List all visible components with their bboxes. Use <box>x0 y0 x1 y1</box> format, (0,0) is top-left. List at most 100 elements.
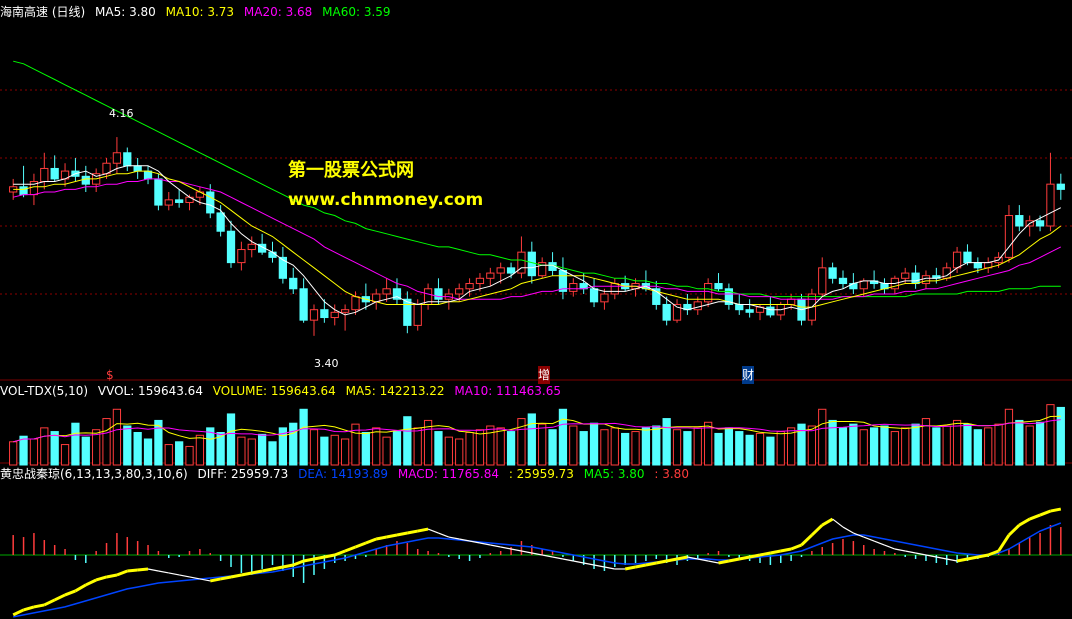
marker-cai[interactable]: 财 <box>742 366 755 384</box>
volume-bar <box>579 431 588 466</box>
macd-diff-segment <box>147 568 159 572</box>
macd-header: 黄忠战秦琼(6,13,13,3,80,3,10,6) DIFF: 25959.7… <box>0 465 695 483</box>
volume-bar <box>942 425 951 466</box>
macd-diff-segment <box>552 556 564 560</box>
macd-diff-segment <box>179 574 190 578</box>
volume-bar <box>818 408 827 466</box>
macd-diff-segment <box>313 555 325 561</box>
high-price-label: 4.16 <box>109 107 134 120</box>
macd-diff-segment <box>810 523 824 537</box>
volume-bar <box>403 416 412 466</box>
candle <box>309 309 319 321</box>
candle <box>81 175 90 185</box>
macd-diff-segment <box>521 550 532 554</box>
macd-diff-segment <box>74 583 87 593</box>
volume-bar <box>652 425 661 466</box>
chart-canvas[interactable] <box>0 0 1072 619</box>
volume-indicator-name[interactable]: VOL-TDX(5,10) <box>0 384 88 398</box>
macd-legend: MACD: 11765.84 <box>397 467 499 481</box>
ma60-legend: MA60: 3.59 <box>322 5 391 19</box>
volume-bar <box>994 423 1003 466</box>
volume-bar <box>496 427 505 466</box>
candle <box>133 165 142 172</box>
extra2-legend: : 3.80 <box>654 467 689 481</box>
candle <box>289 277 298 290</box>
macd-diff-segment <box>1050 507 1062 513</box>
volume-bar <box>880 425 889 466</box>
macd-diff-segment <box>251 569 263 575</box>
macd-diff-segment <box>676 555 688 561</box>
volume-bar <box>71 422 80 466</box>
macd-indicator-name[interactable]: 黄忠战秦琼(6,13,13,3,80,3,10,6) <box>0 467 188 481</box>
volume-bar <box>102 418 111 466</box>
macd-diff-segment <box>583 562 595 566</box>
macd-diff-segment <box>116 569 128 577</box>
volume-bar <box>475 429 485 466</box>
macd-diff-segment <box>500 546 512 550</box>
volume-bar <box>1035 421 1045 466</box>
macd-diff-segment <box>708 560 719 564</box>
candle <box>569 283 578 292</box>
volume-bar <box>81 436 90 466</box>
volume-bar <box>672 429 682 466</box>
candle <box>786 298 796 305</box>
candle <box>558 269 568 292</box>
macd-diff-segment <box>127 568 138 573</box>
volume-bar <box>610 427 619 466</box>
volume-bar <box>372 427 381 466</box>
extra1-legend: : 25959.73 <box>508 467 574 481</box>
vol-ma10-legend: MA10: 111463.65 <box>454 384 561 398</box>
macd-diff-segment <box>967 555 979 561</box>
volume-bar <box>600 429 609 466</box>
volume-bar <box>164 444 173 466</box>
candle <box>434 288 443 300</box>
macd-diff-segment <box>510 548 522 552</box>
candle <box>403 298 412 326</box>
volume-bar <box>50 431 59 466</box>
volume-bar <box>226 413 236 466</box>
candle <box>952 251 962 269</box>
candle <box>351 296 360 311</box>
candle <box>247 243 256 251</box>
candle <box>1004 215 1014 258</box>
macd-diff-segment <box>407 529 418 535</box>
macd-diff-segment <box>936 556 947 560</box>
volume-bar <box>247 438 256 466</box>
macd-diff-segment <box>905 550 916 554</box>
macd-diff-segment <box>334 549 346 557</box>
volume-bar <box>984 427 993 466</box>
volume-bar <box>40 427 49 466</box>
volume-bar <box>838 427 848 466</box>
macd-diff-segment <box>365 537 377 545</box>
volume-bar <box>486 425 495 466</box>
volume-bar <box>745 434 754 466</box>
volume-bar <box>237 436 246 466</box>
candle <box>496 267 505 274</box>
volume-bar <box>631 431 640 466</box>
candle <box>154 178 163 206</box>
candle <box>735 303 744 311</box>
volume-bar <box>807 425 817 466</box>
watermark-title: 第一股票公式网 <box>288 160 414 181</box>
candle <box>299 288 308 321</box>
candle <box>1046 183 1055 227</box>
ma10-legend: MA10: 3.73 <box>165 5 235 19</box>
stock-name[interactable]: 海南高速 (日线) <box>0 5 85 19</box>
candle <box>226 230 236 264</box>
macd-diff-segment <box>1039 509 1051 517</box>
macd-diff-segment <box>800 533 813 547</box>
volume-bar <box>392 431 402 466</box>
macd-diff-segment <box>832 518 844 528</box>
watermark-url: www.chnmoney.com <box>288 190 484 210</box>
volume-bar <box>299 408 308 466</box>
macd-diff-segment <box>324 553 336 559</box>
volume-bar <box>330 434 339 466</box>
candle <box>40 167 49 183</box>
volume-bar <box>1025 425 1034 466</box>
volume-bar <box>1015 419 1024 466</box>
candle <box>1015 215 1024 227</box>
volume-bar <box>1004 408 1014 466</box>
macd-diff-segment <box>977 553 989 559</box>
candle <box>921 275 931 285</box>
candle <box>589 288 599 303</box>
